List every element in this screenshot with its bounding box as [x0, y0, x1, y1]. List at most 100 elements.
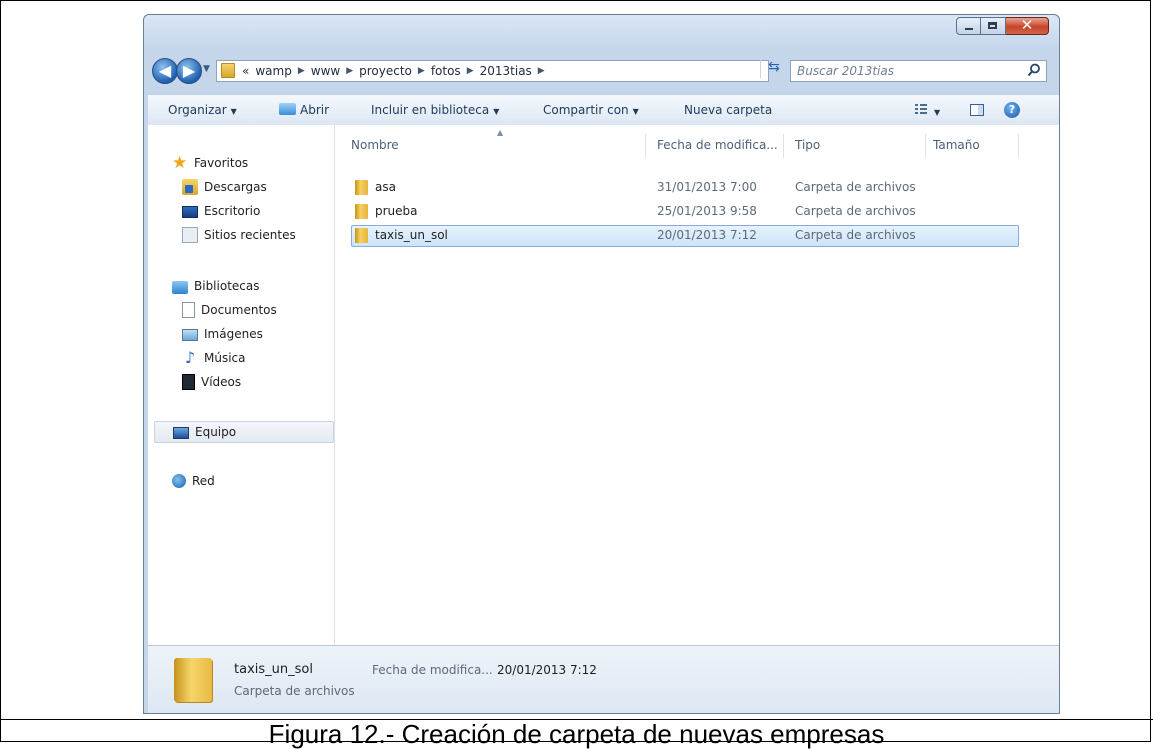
nav-item-music[interactable]: ♪ Música: [182, 347, 246, 369]
chevron-down-icon: ▼: [632, 107, 639, 116]
nav-item-libraries[interactable]: Bibliotecas: [172, 275, 259, 297]
nav-item-pictures[interactable]: Imágenes: [182, 323, 263, 345]
column-header-size[interactable]: Tamaño: [933, 138, 980, 152]
chevron-right-icon[interactable]: ▶: [467, 64, 474, 78]
details-date-value: 20/01/2013 7:12: [497, 663, 597, 677]
view-dropdown-icon[interactable]: ▼: [934, 104, 940, 118]
column-divider[interactable]: [645, 134, 646, 158]
search-placeholder: Buscar 2013tias: [797, 64, 894, 78]
folder-icon: [174, 658, 212, 702]
file-list: Nombre ▲ Fecha de modifica... Tipo Tamañ…: [335, 125, 1059, 645]
pictures-icon: [182, 329, 198, 341]
address-row: ◀ ▶ ▼ « wamp ▶ www ▶ proyecto ▶ fotos ▶ …: [152, 57, 1052, 87]
nav-item-documents[interactable]: Documentos: [182, 299, 277, 321]
breadcrumb-2013tias[interactable]: 2013tias: [480, 64, 532, 78]
recent-places-icon: [182, 227, 198, 243]
refresh-button[interactable]: ⇆: [760, 57, 787, 78]
include-library-label: Incluir en biblioteca: [371, 103, 490, 117]
explorer-window: ✕ ◀ ▶ ▼ « wamp ▶ www ▶ proyecto ▶ fotos …: [143, 14, 1060, 714]
file-name: taxis_un_sol: [375, 228, 448, 242]
breadcrumb-fotos[interactable]: fotos: [431, 64, 461, 78]
nav-label: Sitios recientes: [204, 228, 296, 242]
nav-label: Música: [204, 351, 246, 365]
file-row[interactable]: asa 31/01/2013 7:00 Carpeta de archivos: [351, 177, 1019, 199]
chevron-right-icon[interactable]: ▶: [346, 64, 353, 78]
caption-buttons: ✕: [956, 16, 1049, 35]
content-area: ★ Favoritos Descargas Escritorio Sitios …: [148, 125, 1059, 645]
file-type: Carpeta de archivos: [795, 204, 916, 218]
column-header-type[interactable]: Tipo: [795, 138, 820, 152]
documents-icon: [182, 302, 195, 318]
nav-label: Equipo: [195, 425, 237, 439]
libraries-icon: [172, 280, 188, 294]
column-header-date[interactable]: Fecha de modifica...: [657, 138, 778, 152]
maximize-icon: [988, 22, 997, 29]
nav-label: Documentos: [201, 303, 277, 317]
search-icon[interactable]: [1027, 63, 1041, 77]
forward-button[interactable]: ▶: [176, 58, 202, 84]
file-date: 20/01/2013 7:12: [657, 228, 757, 242]
file-row-selected[interactable]: taxis_un_sol 20/01/2013 7:12 Carpeta de …: [351, 225, 1019, 247]
file-type: Carpeta de archivos: [795, 180, 916, 194]
open-label: Abrir: [300, 103, 330, 117]
include-library-button[interactable]: Incluir en biblioteca ▼: [371, 103, 499, 117]
open-icon: [279, 103, 296, 115]
chevron-right-icon[interactable]: ▶: [298, 64, 305, 78]
column-divider[interactable]: [783, 134, 784, 158]
chevron-right-icon[interactable]: ▶: [418, 64, 425, 78]
nav-item-downloads[interactable]: Descargas: [182, 176, 267, 198]
breadcrumb-proyecto[interactable]: proyecto: [359, 64, 412, 78]
breadcrumb-wamp[interactable]: wamp: [255, 64, 291, 78]
nav-label: Imágenes: [204, 327, 263, 341]
file-date: 31/01/2013 7:00: [657, 180, 757, 194]
folder-icon: [221, 63, 235, 78]
nav-item-favorites[interactable]: ★ Favoritos: [172, 152, 248, 174]
help-icon[interactable]: ?: [1004, 102, 1020, 118]
new-folder-button[interactable]: Nueva carpeta: [684, 103, 772, 117]
minimize-button[interactable]: [956, 17, 981, 35]
sort-ascending-icon: ▲: [497, 128, 504, 137]
file-name: prueba: [375, 204, 418, 218]
open-button[interactable]: Abrir: [279, 103, 329, 117]
column-divider[interactable]: [925, 134, 926, 158]
navigation-pane: ★ Favoritos Descargas Escritorio Sitios …: [148, 125, 335, 645]
back-button[interactable]: ◀: [152, 58, 178, 84]
details-pane: taxis_un_sol Carpeta de archivos Fecha d…: [148, 645, 1059, 713]
column-header-name[interactable]: Nombre: [351, 138, 399, 152]
address-bar[interactable]: « wamp ▶ www ▶ proyecto ▶ fotos ▶ 2013ti…: [216, 60, 817, 82]
file-name: asa: [375, 180, 396, 194]
chevron-right-icon[interactable]: ▶: [538, 64, 545, 78]
search-input[interactable]: Buscar 2013tias: [790, 60, 1047, 82]
minimize-icon: [965, 28, 973, 30]
nav-item-computer[interactable]: Equipo: [154, 421, 334, 443]
close-button[interactable]: ✕: [1006, 16, 1049, 35]
chevron-down-icon: ▼: [230, 107, 237, 116]
maximize-button[interactable]: [981, 17, 1006, 35]
chevron-down-icon: ▼: [493, 107, 500, 116]
organize-button[interactable]: Organizar ▼: [168, 103, 237, 117]
nav-label: Vídeos: [201, 375, 242, 389]
nav-item-videos[interactable]: Vídeos: [182, 371, 241, 393]
downloads-icon: [182, 179, 198, 195]
nav-label: Escritorio: [204, 204, 261, 218]
file-date: 25/01/2013 9:58: [657, 204, 757, 218]
nav-item-desktop[interactable]: Escritorio: [182, 200, 260, 222]
share-with-label: Compartir con: [543, 103, 629, 117]
figure-caption: Figura 12.- Creación de carpeta de nueva…: [268, 719, 885, 749]
folder-icon: [355, 228, 368, 243]
column-divider[interactable]: [1018, 134, 1019, 158]
command-bar: Organizar ▼ Abrir Incluir en biblioteca ▼ …: [148, 94, 1059, 126]
nav-item-recent-places[interactable]: Sitios recientes: [182, 224, 296, 246]
nav-label: Red: [192, 474, 215, 488]
nav-label: Descargas: [204, 180, 267, 194]
history-dropdown-icon[interactable]: ▼: [203, 64, 210, 74]
share-with-button[interactable]: Compartir con ▼: [543, 103, 639, 117]
file-row[interactable]: prueba 25/01/2013 9:58 Carpeta de archiv…: [351, 201, 1019, 223]
nav-item-network[interactable]: Red: [172, 470, 215, 492]
details-date-label: Fecha de modifica...: [372, 663, 493, 677]
file-type: Carpeta de archivos: [795, 228, 916, 242]
breadcrumb-overflow[interactable]: «: [242, 64, 249, 78]
preview-pane-icon[interactable]: [970, 104, 984, 116]
breadcrumb-www[interactable]: www: [311, 64, 340, 78]
change-view-icon[interactable]: [915, 104, 927, 115]
